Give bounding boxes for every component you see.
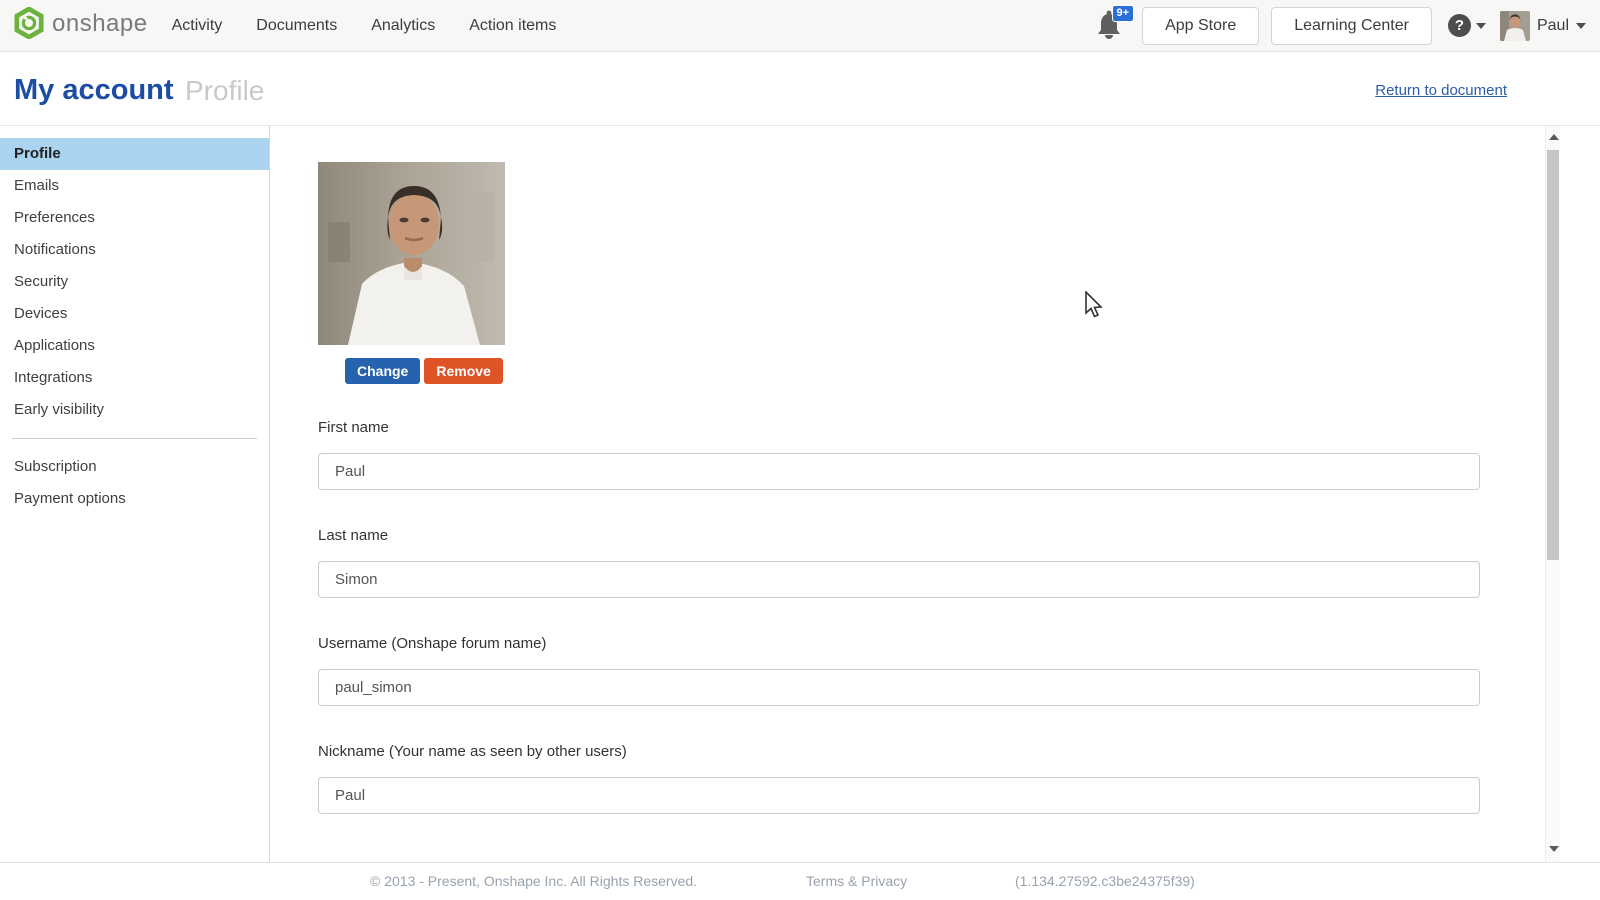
- terms-privacy-link[interactable]: Terms & Privacy: [806, 873, 907, 889]
- sidebar-item-applications[interactable]: Applications: [0, 330, 269, 362]
- scroll-down-arrow-icon[interactable]: [1549, 846, 1559, 852]
- profile-content: Change Remove First name Last name Usern…: [270, 126, 1545, 862]
- user-name-label: Paul: [1537, 17, 1569, 35]
- onshape-logo-icon: [14, 7, 44, 44]
- nav-item-action-items[interactable]: Action items: [469, 17, 556, 35]
- sidebar-item-emails[interactable]: Emails: [0, 170, 269, 202]
- nickname-input[interactable]: [318, 777, 1480, 814]
- top-navbar: onshape Activity Documents Analytics Act…: [0, 0, 1600, 52]
- last-name-input[interactable]: [318, 561, 1480, 598]
- nav-right: 9+ App Store Learning Center ?: [1094, 7, 1600, 45]
- page-title: My account: [14, 74, 174, 107]
- first-name-label: First name: [318, 419, 389, 436]
- nav-items: Activity Documents Analytics Action item…: [172, 17, 557, 35]
- page-footer: © 2013 - Present, Onshape Inc. All Right…: [0, 862, 1600, 900]
- help-icon: ?: [1448, 14, 1471, 37]
- account-sidebar: Profile Emails Preferences Notifications…: [0, 126, 270, 862]
- page-header: My account Profile Return to document: [0, 52, 1600, 126]
- notifications-bell-button[interactable]: 9+: [1094, 9, 1128, 43]
- bell-icon: [1094, 28, 1124, 45]
- app-store-button[interactable]: App Store: [1142, 7, 1259, 45]
- onshape-logo-text: onshape: [52, 10, 148, 38]
- return-to-document-link[interactable]: Return to document: [1375, 82, 1507, 99]
- scrollbar-thumb[interactable]: [1547, 150, 1559, 560]
- nav-item-activity[interactable]: Activity: [172, 17, 223, 35]
- sidebar-item-security[interactable]: Security: [0, 266, 269, 298]
- onshape-account-page: onshape Activity Documents Analytics Act…: [0, 0, 1600, 900]
- nav-item-documents[interactable]: Documents: [256, 17, 337, 35]
- user-menu-button[interactable]: Paul: [1500, 11, 1586, 41]
- help-menu-button[interactable]: ?: [1448, 14, 1486, 37]
- avatar: [1500, 11, 1530, 41]
- sidebar-item-notifications[interactable]: Notifications: [0, 234, 269, 266]
- chevron-down-icon: [1576, 23, 1586, 29]
- notification-count-badge: 9+: [1112, 5, 1135, 22]
- photo-actions: Change Remove: [345, 358, 503, 384]
- sidebar-item-devices[interactable]: Devices: [0, 298, 269, 330]
- profile-photo: [318, 162, 505, 345]
- chevron-down-icon: [1476, 23, 1486, 29]
- scroll-up-arrow-icon[interactable]: [1549, 134, 1559, 140]
- username-input[interactable]: [318, 669, 1480, 706]
- nickname-label: Nickname (Your name as seen by other use…: [318, 743, 627, 760]
- nav-item-analytics[interactable]: Analytics: [371, 17, 435, 35]
- sidebar-item-subscription[interactable]: Subscription: [0, 451, 269, 483]
- sidebar-item-payment-options[interactable]: Payment options: [0, 483, 269, 515]
- change-photo-button[interactable]: Change: [345, 358, 420, 384]
- page-subtitle: Profile: [185, 75, 264, 107]
- learning-center-button[interactable]: Learning Center: [1271, 7, 1432, 45]
- sidebar-item-integrations[interactable]: Integrations: [0, 362, 269, 394]
- sidebar-divider: [12, 438, 257, 439]
- vertical-scrollbar[interactable]: [1545, 126, 1560, 862]
- sidebar-item-early-visibility[interactable]: Early visibility: [0, 394, 269, 426]
- sidebar-item-profile[interactable]: Profile: [0, 138, 269, 170]
- version-text: (1.134.27592.c3be24375f39): [1015, 873, 1195, 889]
- sidebar-item-preferences[interactable]: Preferences: [0, 202, 269, 234]
- first-name-input[interactable]: [318, 453, 1480, 490]
- copyright-text: © 2013 - Present, Onshape Inc. All Right…: [370, 873, 697, 889]
- remove-photo-button[interactable]: Remove: [424, 358, 502, 384]
- onshape-logo[interactable]: onshape: [0, 7, 166, 44]
- username-label: Username (Onshape forum name): [318, 635, 546, 652]
- last-name-label: Last name: [318, 527, 388, 544]
